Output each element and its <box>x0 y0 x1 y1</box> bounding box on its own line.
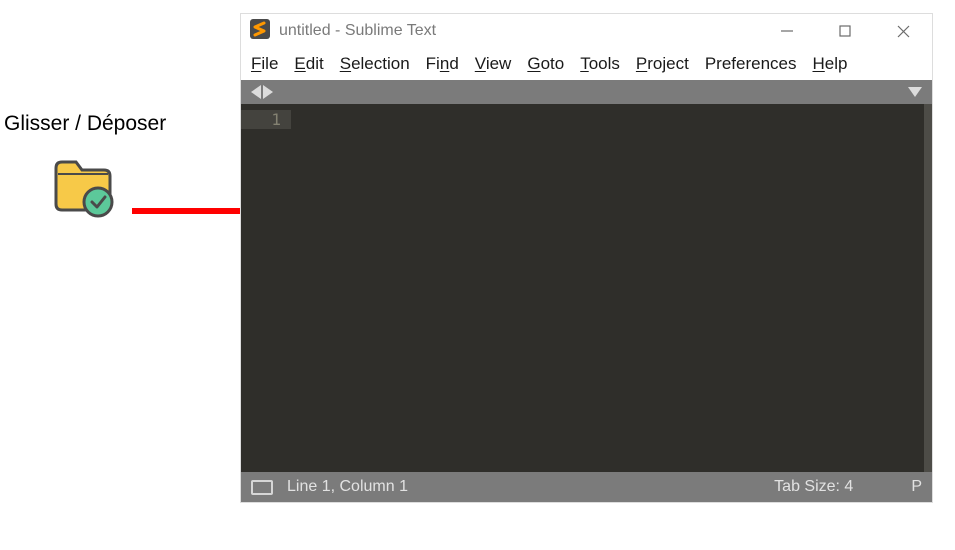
active-line <box>291 110 924 130</box>
titlebar: untitled - Sublime Text <box>241 14 932 48</box>
menu-selection[interactable]: Selection <box>340 54 410 74</box>
menubar: File Edit Selection Find View Goto Tools… <box>241 48 932 80</box>
minimize-button[interactable] <box>758 14 816 48</box>
menu-preferences[interactable]: Preferences <box>705 54 797 74</box>
sublime-window: untitled - Sublime Text File Edit Select… <box>240 13 933 503</box>
tab-next-icon[interactable] <box>263 85 273 99</box>
tab-menu-icon[interactable] <box>908 87 922 97</box>
status-position[interactable]: Line 1, Column 1 <box>287 478 408 496</box>
tab-prev-icon[interactable] <box>251 85 261 99</box>
panel-icon[interactable] <box>251 480 273 495</box>
menu-project[interactable]: Project <box>636 54 689 74</box>
status-tab-size[interactable]: Tab Size: 4 <box>774 478 853 496</box>
editor-area: 1 <box>241 104 932 472</box>
annotation-label: Glisser / Déposer <box>0 112 240 136</box>
status-syntax[interactable]: P <box>911 478 922 496</box>
menu-tools[interactable]: Tools <box>580 54 620 74</box>
tab-nav <box>251 85 273 99</box>
close-button[interactable] <box>874 14 932 48</box>
vertical-scrollbar[interactable] <box>924 104 932 472</box>
statusbar: Line 1, Column 1 Tab Size: 4 P <box>241 472 932 502</box>
window-title: untitled - Sublime Text <box>279 22 758 40</box>
menu-find[interactable]: Find <box>426 54 459 74</box>
menu-view[interactable]: View <box>475 54 512 74</box>
gutter: 1 <box>241 104 291 472</box>
app-icon <box>249 18 271 45</box>
menu-goto[interactable]: Goto <box>527 54 564 74</box>
menu-edit[interactable]: Edit <box>294 54 323 74</box>
window-controls <box>758 14 932 48</box>
menu-help[interactable]: Help <box>813 54 848 74</box>
maximize-button[interactable] <box>816 14 874 48</box>
line-number: 1 <box>241 110 291 129</box>
menu-file[interactable]: File <box>251 54 278 74</box>
text-editor[interactable] <box>291 104 932 472</box>
tab-strip <box>241 80 932 104</box>
